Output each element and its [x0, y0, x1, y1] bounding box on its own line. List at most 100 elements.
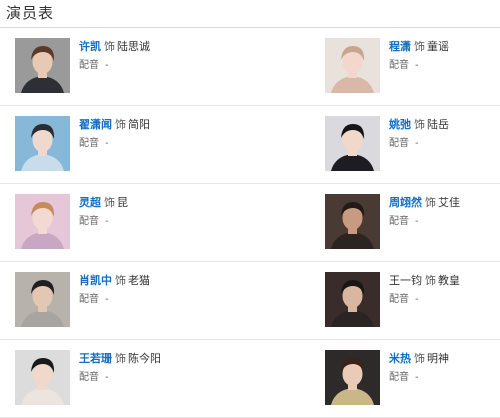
- cast-row: 灵超饰昆配音 - 周翊然饰艾佳 配音 -: [0, 184, 500, 262]
- cast-credit-line: 肖凯中饰老猫: [79, 273, 150, 288]
- cast-info: 周翊然饰艾佳 配音 -: [389, 194, 460, 229]
- actor-photo[interactable]: [325, 38, 380, 93]
- cast-info: 程潇饰童谣配音 -: [389, 38, 449, 73]
- voice-value: -: [105, 372, 109, 383]
- voice-line: 配音 -: [79, 371, 161, 385]
- as-label: 饰: [414, 118, 425, 131]
- actor-name-link[interactable]: 姚弛: [389, 118, 411, 131]
- role-name: 明神: [427, 352, 449, 365]
- cast-info: 米热饰明神配音 -: [389, 350, 449, 385]
- cast-credit-line: 姚弛饰陆岳: [389, 117, 449, 132]
- cast-credit-line: 王若珊饰陈今阳: [79, 351, 161, 366]
- voice-line: 配音 -: [79, 293, 150, 307]
- actor-name-link[interactable]: 灵超: [79, 196, 101, 209]
- actor-name-link[interactable]: 翟潇闻: [79, 118, 112, 131]
- actor-photo[interactable]: [15, 116, 70, 171]
- cast-info: 姚弛饰陆岳配音 -: [389, 116, 449, 151]
- cast-row: 王若珊饰陈今阳 配音 - 米热饰明神 配音 -: [0, 340, 500, 418]
- role-name: 陈今阳: [128, 352, 161, 365]
- voice-line: 配音 -: [79, 215, 128, 229]
- voice-line: 配音 -: [389, 371, 449, 385]
- role-name: 童谣: [427, 40, 449, 53]
- voice-line: 配音 -: [389, 137, 449, 151]
- cast-credit-line: 许凯饰陆思诚: [79, 39, 150, 54]
- voice-value: -: [415, 372, 419, 383]
- actor-name: 王一钧: [389, 274, 422, 287]
- as-label: 饰: [414, 40, 425, 53]
- cast-info: 灵超饰昆配音 -: [79, 194, 128, 229]
- actor-photo[interactable]: [325, 116, 380, 171]
- actor-name-link[interactable]: 程潇: [389, 40, 411, 53]
- voice-label: 配音: [389, 294, 409, 305]
- cast-card: 灵超饰昆配音 -: [15, 194, 128, 249]
- voice-value: -: [415, 294, 419, 305]
- cast-info: 王一钧饰教皇 配音 -: [389, 272, 460, 307]
- role-name: 简阳: [128, 118, 150, 131]
- cast-card: 翟潇闻饰简阳 配音 -: [15, 116, 150, 171]
- cast-card: 王若珊饰陈今阳 配音 -: [15, 350, 161, 405]
- voice-label: 配音: [79, 294, 99, 305]
- voice-line: 配音 -: [389, 293, 460, 307]
- cast-credit-line: 灵超饰昆: [79, 195, 128, 210]
- voice-label: 配音: [389, 60, 409, 71]
- actor-name-link[interactable]: 周翊然: [389, 196, 422, 209]
- actor-photo[interactable]: [15, 194, 70, 249]
- actor-name-link[interactable]: 肖凯中: [79, 274, 112, 287]
- as-label: 饰: [115, 118, 126, 131]
- as-label: 饰: [425, 274, 436, 287]
- voice-label: 配音: [79, 60, 99, 71]
- voice-label: 配音: [389, 216, 409, 227]
- as-label: 饰: [104, 40, 115, 53]
- actor-photo[interactable]: [15, 350, 70, 405]
- cast-card: 姚弛饰陆岳配音 -: [325, 116, 449, 171]
- cast-card: 肖凯中饰老猫 配音 -: [15, 272, 150, 327]
- cast-info: 翟潇闻饰简阳 配音 -: [79, 116, 150, 151]
- cast-info: 许凯饰陆思诚 配音 -: [79, 38, 150, 73]
- actor-photo[interactable]: [15, 38, 70, 93]
- cast-card: 许凯饰陆思诚 配音 -: [15, 38, 150, 93]
- voice-value: -: [415, 216, 419, 227]
- cast-info: 肖凯中饰老猫 配音 -: [79, 272, 150, 307]
- as-label: 饰: [115, 274, 126, 287]
- voice-value: -: [415, 138, 419, 149]
- as-label: 饰: [104, 196, 115, 209]
- role-name: 昆: [117, 196, 128, 209]
- actor-name-link[interactable]: 许凯: [79, 40, 101, 53]
- actor-photo[interactable]: [325, 194, 380, 249]
- section-title: 演员表: [6, 4, 55, 22]
- as-label: 饰: [425, 196, 436, 209]
- voice-value: -: [105, 216, 109, 227]
- voice-label: 配音: [79, 372, 99, 383]
- voice-line: 配音 -: [79, 137, 150, 151]
- cast-row: 翟潇闻饰简阳 配音 - 姚弛饰陆岳 配音 -: [0, 106, 500, 184]
- cast-row: 肖凯中饰老猫 配音 - 王一钧饰教皇 配音 -: [0, 262, 500, 340]
- voice-label: 配音: [389, 138, 409, 149]
- role-name: 教皇: [438, 274, 460, 287]
- actor-photo[interactable]: [325, 272, 380, 327]
- voice-label: 配音: [79, 138, 99, 149]
- actor-photo[interactable]: [15, 272, 70, 327]
- voice-label: 配音: [389, 372, 409, 383]
- role-name: 陆岳: [427, 118, 449, 131]
- voice-line: 配音 -: [389, 59, 449, 73]
- voice-value: -: [105, 138, 109, 149]
- cast-card: 米热饰明神配音 -: [325, 350, 449, 405]
- voice-line: 配音 -: [79, 59, 150, 73]
- cast-card: 周翊然饰艾佳 配音 -: [325, 194, 460, 249]
- cast-credit-line: 程潇饰童谣: [389, 39, 449, 54]
- cast-card: 王一钧饰教皇 配音 -: [325, 272, 460, 327]
- actor-photo[interactable]: [325, 350, 380, 405]
- cast-list: 许凯饰陆思诚 配音 - 程潇饰童谣 配音 - 翟潇闻饰简阳 配音 - 姚弛饰陆岳 配音 - 灵超饰昆配音…: [0, 28, 500, 418]
- cast-card: 程潇饰童谣配音 -: [325, 38, 449, 93]
- cast-credit-line: 米热饰明神: [389, 351, 449, 366]
- voice-label: 配音: [79, 216, 99, 227]
- voice-value: -: [105, 60, 109, 71]
- voice-value: -: [415, 60, 419, 71]
- cast-credit-line: 王一钧饰教皇: [389, 273, 460, 288]
- cast-credit-line: 翟潇闻饰简阳: [79, 117, 150, 132]
- as-label: 饰: [414, 352, 425, 365]
- actor-name-link[interactable]: 王若珊: [79, 352, 112, 365]
- actor-name-link[interactable]: 米热: [389, 352, 411, 365]
- voice-line: 配音 -: [389, 215, 460, 229]
- cast-info: 王若珊饰陈今阳 配音 -: [79, 350, 161, 385]
